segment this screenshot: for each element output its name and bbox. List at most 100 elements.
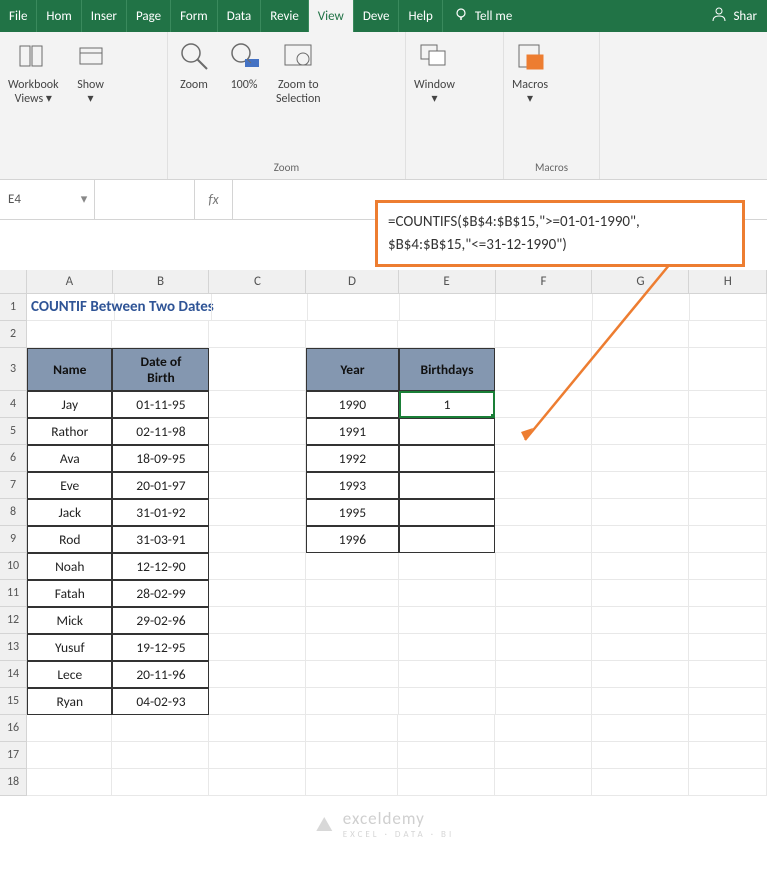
cell[interactable]: [399, 445, 496, 472]
tab-page[interactable]: Page: [127, 0, 171, 32]
cell[interactable]: [592, 391, 689, 418]
cell[interactable]: Mick: [27, 607, 112, 634]
tab-insert[interactable]: Inser: [82, 0, 127, 32]
cell[interactable]: [209, 321, 306, 348]
cell[interactable]: [496, 634, 593, 661]
tab-developer[interactable]: Deve: [354, 0, 400, 32]
cell[interactable]: 29-02-96: [112, 607, 209, 634]
cell[interactable]: Year: [306, 348, 398, 391]
cell[interactable]: [592, 321, 689, 348]
cell[interactable]: [398, 321, 495, 348]
tab-formulas[interactable]: Form: [171, 0, 218, 32]
cell[interactable]: [399, 499, 496, 526]
cell[interactable]: COUNTIF Between Two Dates: [27, 294, 115, 321]
name-box[interactable]: E4 ▾: [0, 180, 95, 219]
cell[interactable]: [306, 321, 398, 348]
cell[interactable]: [209, 472, 306, 499]
cell[interactable]: [495, 418, 592, 445]
cell[interactable]: [399, 418, 496, 445]
cell[interactable]: [209, 607, 306, 634]
row-header[interactable]: 6: [0, 445, 27, 472]
cell[interactable]: [496, 661, 593, 688]
cell[interactable]: [306, 661, 398, 688]
cell[interactable]: [689, 445, 767, 472]
cell[interactable]: 1990: [306, 391, 398, 418]
row-header[interactable]: 1: [0, 294, 27, 321]
row-header[interactable]: 4: [0, 391, 27, 418]
cell[interactable]: [398, 715, 495, 742]
cell[interactable]: [399, 526, 496, 553]
cell[interactable]: [209, 391, 306, 418]
row-header[interactable]: 14: [0, 661, 27, 688]
window-button[interactable]: Window ▾: [414, 38, 455, 107]
cell[interactable]: [400, 294, 497, 321]
cell[interactable]: [399, 553, 496, 580]
cell[interactable]: [496, 553, 593, 580]
cell[interactable]: [592, 580, 689, 607]
cell[interactable]: [212, 294, 309, 321]
cell[interactable]: [496, 580, 593, 607]
cell[interactable]: [495, 391, 592, 418]
cell[interactable]: 1995: [306, 499, 398, 526]
zoom-100-button[interactable]: 100%: [226, 38, 262, 92]
fill-handle[interactable]: [491, 414, 495, 418]
cell[interactable]: 12-12-90: [112, 553, 209, 580]
row-header[interactable]: 9: [0, 526, 27, 553]
cell[interactable]: [112, 742, 209, 769]
row-header[interactable]: 16: [0, 715, 27, 742]
cell[interactable]: [592, 445, 689, 472]
cell[interactable]: [495, 499, 592, 526]
cell[interactable]: [209, 526, 306, 553]
cell[interactable]: Ava: [27, 445, 112, 472]
col-header-C[interactable]: C: [209, 270, 306, 293]
cell[interactable]: [112, 769, 209, 796]
cell[interactable]: [209, 499, 306, 526]
cell[interactable]: [689, 688, 767, 715]
cell[interactable]: [592, 634, 689, 661]
cell[interactable]: [27, 321, 112, 348]
cell[interactable]: [306, 553, 398, 580]
cell[interactable]: 1992: [306, 445, 398, 472]
row-header[interactable]: 3: [0, 348, 27, 391]
cell[interactable]: [690, 294, 767, 321]
cell[interactable]: 19-12-95: [112, 634, 209, 661]
cell[interactable]: [689, 418, 767, 445]
col-header-A[interactable]: A: [27, 270, 112, 293]
cell[interactable]: [209, 580, 306, 607]
chevron-down-icon[interactable]: ▾: [76, 192, 92, 207]
cell[interactable]: [592, 553, 689, 580]
cell[interactable]: [689, 499, 767, 526]
col-header-G[interactable]: G: [592, 270, 689, 293]
cell[interactable]: [689, 769, 767, 796]
col-header-E[interactable]: E: [399, 270, 496, 293]
cell[interactable]: Jack: [27, 499, 112, 526]
cell[interactable]: [306, 688, 398, 715]
cell[interactable]: [495, 445, 592, 472]
cell[interactable]: [495, 742, 592, 769]
cell[interactable]: [689, 348, 767, 391]
row-header[interactable]: 8: [0, 499, 27, 526]
cell[interactable]: [27, 742, 112, 769]
cell[interactable]: 31-01-92: [112, 499, 209, 526]
cell[interactable]: [496, 688, 593, 715]
cell[interactable]: [209, 418, 306, 445]
cell[interactable]: [689, 321, 767, 348]
cell[interactable]: 20-11-96: [112, 661, 209, 688]
cell[interactable]: [495, 769, 592, 796]
cell[interactable]: Ryan: [27, 688, 112, 715]
tab-view[interactable]: View: [309, 0, 354, 32]
cell[interactable]: [689, 391, 767, 418]
cell[interactable]: [399, 661, 496, 688]
show-button[interactable]: Show ▾: [73, 38, 109, 107]
tab-data[interactable]: Data: [218, 0, 262, 32]
cell[interactable]: [689, 715, 767, 742]
cell[interactable]: 31-03-91: [112, 526, 209, 553]
cell[interactable]: Rod: [27, 526, 112, 553]
cell[interactable]: [592, 348, 689, 391]
cell[interactable]: [209, 348, 306, 391]
col-header-D[interactable]: D: [306, 270, 398, 293]
cell[interactable]: [495, 321, 592, 348]
cell[interactable]: [115, 294, 212, 321]
cell[interactable]: [592, 607, 689, 634]
cell[interactable]: Rathor: [27, 418, 112, 445]
